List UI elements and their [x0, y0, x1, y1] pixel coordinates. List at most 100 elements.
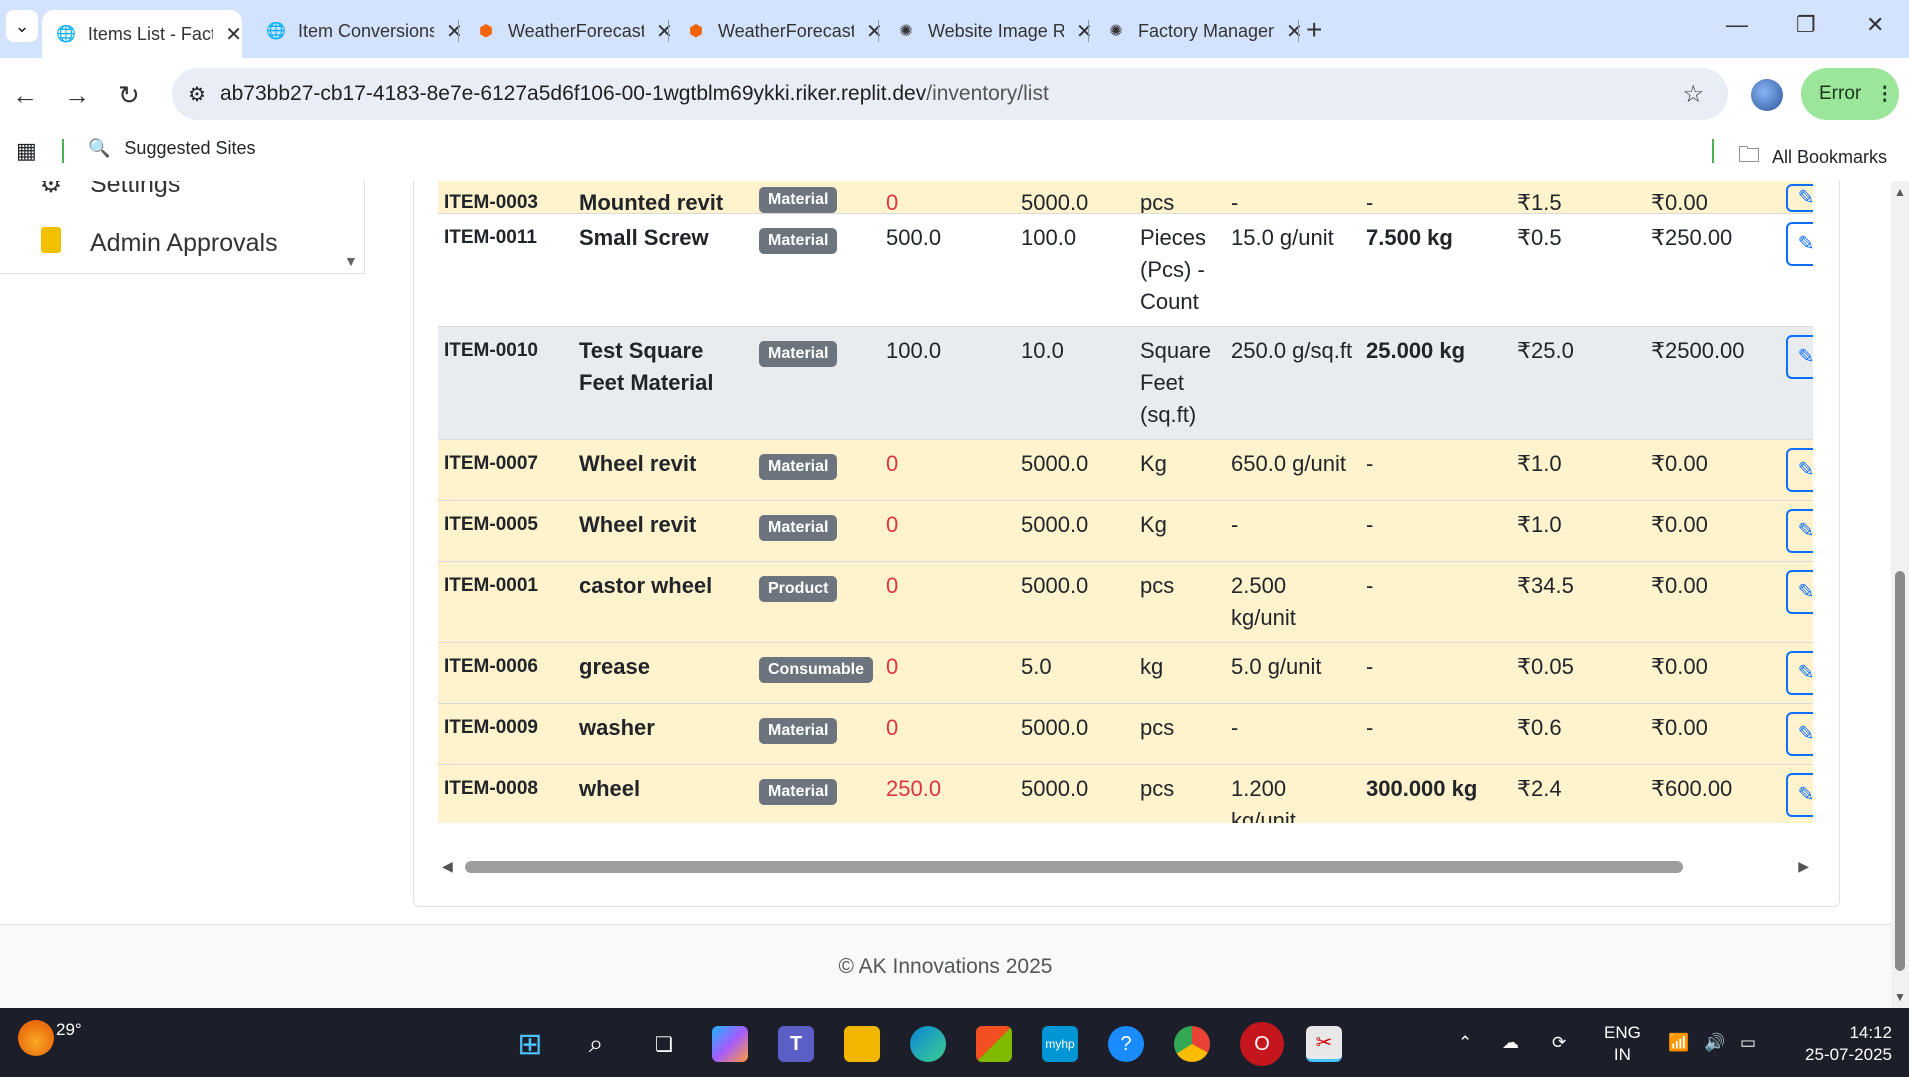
table-row[interactable]: ITEM-0005 Wheel revit Material 0 5000.0 Kg - - ₹… — [438, 500, 1813, 562]
category-cell: Material — [753, 213, 880, 327]
weather-widget[interactable]: 29° — [18, 1020, 82, 1056]
close-tab-icon[interactable]: ✕ — [656, 19, 673, 44]
unit: Kg — [1134, 439, 1225, 501]
close-tab-icon[interactable]: ✕ — [1286, 19, 1303, 44]
site-settings-icon[interactable]: ⚙ — [188, 82, 206, 107]
tab-weatherforecast-2[interactable]: ⬢ WeatherForecast - ✕ — [672, 10, 883, 52]
edge-icon[interactable] — [910, 1026, 946, 1062]
search-icon[interactable]: ⌕ — [578, 1026, 614, 1062]
globe-icon: 🌐 — [266, 23, 286, 40]
edit-icon[interactable]: ✎ — [1786, 184, 1813, 212]
close-tab-icon[interactable]: ✕ — [225, 22, 242, 47]
tab-search-chevron-icon[interactable]: ⌄ — [6, 10, 38, 42]
url-path: /inventory/list — [926, 82, 1049, 105]
stock-qty: 0 — [880, 439, 1015, 501]
item-name: grease — [573, 642, 753, 704]
back-arrow-icon[interactable]: ← — [12, 80, 38, 111]
chrome-icon[interactable] — [1174, 1026, 1210, 1062]
forward-arrow-icon[interactable]: → — [64, 80, 90, 111]
category-badge: Material — [759, 228, 838, 254]
all-bookmarks-button[interactable]: 🗀 All Bookmarks — [1738, 138, 1887, 176]
language-indicator[interactable]: ENG IN — [1604, 1022, 1641, 1066]
store-icon[interactable] — [976, 1026, 1012, 1062]
edit-icon[interactable]: ✎ — [1786, 222, 1813, 266]
windows-start-icon[interactable]: ⊞ — [512, 1026, 548, 1062]
help-icon[interactable]: ? — [1108, 1026, 1144, 1062]
footer-copyright: © AK Innovations 2025 — [838, 954, 1053, 978]
gear-icon: ⚙ — [39, 181, 63, 198]
bookmark-suggested-sites[interactable]: 🔍 Suggested Sites — [88, 138, 256, 159]
sidebar-scroll-down-icon[interactable]: ▼ — [344, 253, 358, 269]
address-bar[interactable]: ⚙ ab73bb27-cb17-4183-8e7e-6127a5d6f106-0… — [172, 68, 1728, 120]
new-tab-plus-icon[interactable]: + — [1306, 14, 1322, 46]
edit-icon[interactable]: ✎ — [1786, 570, 1813, 614]
edit-icon[interactable]: ✎ — [1786, 509, 1813, 553]
wifi-icon[interactable]: 📶 — [1668, 1008, 1689, 1077]
myhp-icon[interactable]: myhp — [1042, 1026, 1078, 1062]
category-badge: Consumable — [759, 657, 874, 683]
table-row[interactable]: ITEM-0008 wheel Material 250.0 5000.0 pcs 1.20… — [438, 764, 1813, 823]
tab-website-image-rec[interactable]: ✺ Website Image Rec ✕ — [882, 10, 1093, 52]
teams-icon[interactable]: T — [778, 1026, 814, 1062]
table-row[interactable]: ITEM-0006 grease Consumable 0 5.0 kg 5.0 g/uni… — [438, 642, 1813, 704]
item-code: ITEM-0007 — [438, 439, 573, 501]
total-weight: - — [1360, 500, 1511, 562]
vertical-scrollbar[interactable]: ▲ ▼ — [1891, 181, 1909, 1008]
table-row[interactable]: ITEM-0010 Test Square Feet Material Materi… — [438, 326, 1813, 440]
close-tab-icon[interactable]: ✕ — [1076, 19, 1093, 44]
snipping-tool-icon[interactable]: ✂ — [1306, 1026, 1342, 1062]
edit-icon[interactable]: ✎ — [1786, 651, 1813, 695]
reload-icon[interactable]: ↻ — [118, 80, 140, 111]
copilot-icon[interactable] — [712, 1026, 748, 1062]
table-row[interactable]: ITEM-0009 washer Material 0 5000.0 pcs - - ₹0.6 ₹… — [438, 703, 1813, 765]
scroll-left-icon[interactable]: ◀ — [442, 858, 453, 875]
edit-icon[interactable]: ✎ — [1786, 712, 1813, 756]
onedrive-cloud-icon[interactable]: ☁ — [1502, 1008, 1519, 1077]
opera-icon[interactable]: O — [1240, 1022, 1284, 1066]
table-row[interactable]: ITEM-0001 castor wheel Product 0 5000.0 pcs 2.… — [438, 561, 1813, 643]
sync-icon[interactable]: ⟳ — [1552, 1008, 1566, 1077]
category-cell: Material — [753, 500, 880, 562]
close-tab-icon[interactable]: ✕ — [446, 19, 463, 44]
system-clock[interactable]: 14:12 25-07-2025 — [1788, 1022, 1892, 1066]
close-tab-icon[interactable]: ✕ — [866, 19, 883, 44]
restore-window-icon[interactable]: ❐ — [1796, 12, 1816, 38]
edit-icon[interactable]: ✎ — [1786, 448, 1813, 492]
horizontal-scroll-thumb[interactable] — [465, 861, 1683, 873]
apps-grid-icon[interactable]: ▦ — [16, 138, 37, 164]
file-explorer-icon[interactable] — [844, 1026, 880, 1062]
table-row[interactable]: ITEM-0007 Wheel revit Material 0 5000.0 Kg 650… — [438, 439, 1813, 501]
scroll-right-icon[interactable]: ▶ — [1798, 858, 1809, 875]
sidebar-item-settings[interactable]: ⚙ Settings — [38, 181, 181, 199]
tab-weatherforecast-1[interactable]: ⬢ WeatherForecast - ✕ — [462, 10, 673, 52]
tab-items-list[interactable]: 🌐 Items List - Factory ✕ — [42, 10, 242, 58]
edit-icon[interactable]: ✎ — [1786, 773, 1813, 817]
profile-avatar[interactable] — [1751, 79, 1783, 111]
volume-icon[interactable]: 🔊 — [1704, 1008, 1725, 1077]
tab-factory-management[interactable]: ✺ Factory Manageme ✕ — [1092, 10, 1303, 52]
sidebar-item-admin-approvals[interactable]: Admin Approvals — [38, 227, 278, 260]
edit-icon[interactable]: ✎ — [1786, 335, 1813, 379]
task-view-icon[interactable]: ❏ — [646, 1026, 682, 1062]
rate: ₹34.5 — [1511, 561, 1645, 643]
close-window-icon[interactable]: ✕ — [1866, 12, 1884, 38]
battery-icon[interactable]: ▭ — [1740, 1008, 1756, 1077]
scroll-down-icon[interactable]: ▼ — [1894, 990, 1906, 1004]
table-row[interactable]: ITEM-0003 Mounted revit Material 0 5000.… — [438, 181, 1813, 214]
stock-value: ₹600.00 — [1645, 764, 1780, 823]
table-row[interactable]: ITEM-0011 Small Screw Material 500.0 100.0 Pi… — [438, 213, 1813, 327]
item-name: washer — [573, 703, 753, 765]
stock-qty: 500.0 — [880, 213, 1015, 327]
tab-separator — [1298, 20, 1299, 42]
show-hidden-icons-chevron-icon[interactable]: ⌃ — [1458, 1008, 1472, 1077]
vertical-scroll-thumb[interactable] — [1895, 571, 1905, 971]
total-weight: 25.000 kg — [1360, 326, 1511, 440]
horizontal-scrollbar[interactable]: ◀ ▶ — [438, 855, 1813, 879]
category-badge: Material — [759, 718, 838, 744]
bookmark-star-icon[interactable]: ☆ — [1682, 80, 1704, 109]
scroll-up-icon[interactable]: ▲ — [1894, 185, 1906, 199]
minimize-window-icon[interactable]: — — [1726, 12, 1748, 38]
item-name: Wheel revit — [573, 439, 753, 501]
tab-item-conversions[interactable]: 🌐 Item Conversions - ✕ — [252, 10, 463, 52]
error-menu-button[interactable]: Error ⋮ — [1801, 68, 1899, 120]
